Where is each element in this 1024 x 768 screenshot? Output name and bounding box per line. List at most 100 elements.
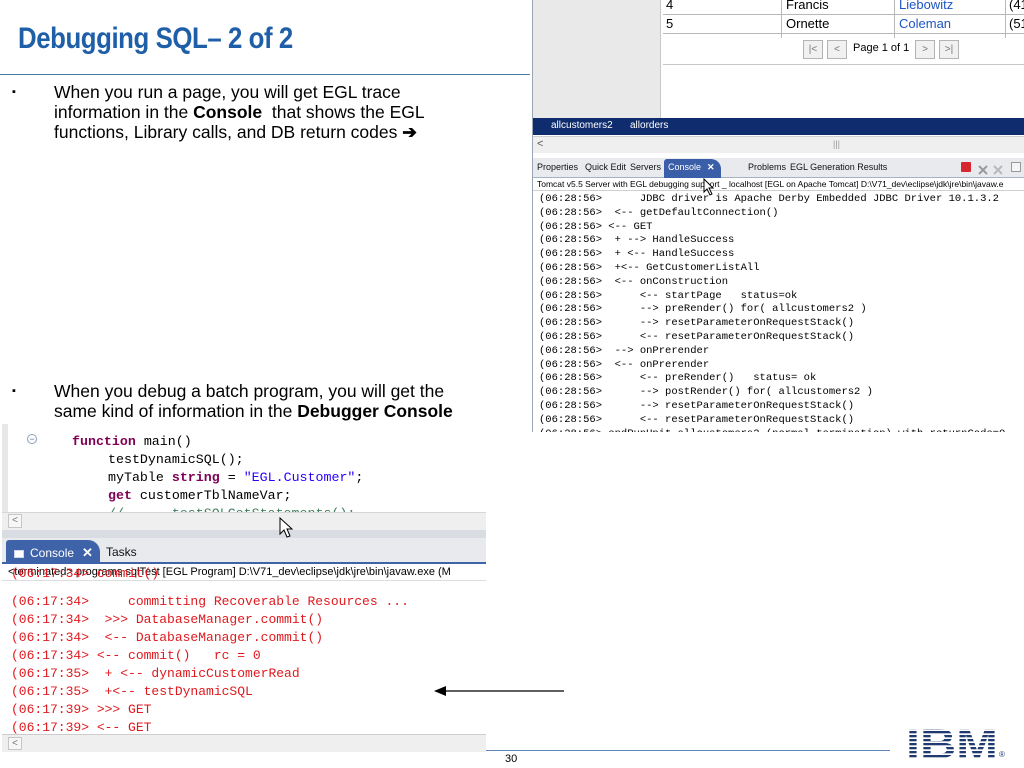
bullet-debug-batch: ▪ When you debug a batch program, you wi… [12, 381, 512, 423]
console-line: (06:17:34> commit() [11, 566, 160, 581]
code-keyword: string [171, 470, 220, 485]
code-keyword: get [108, 488, 132, 503]
debugger-console-screenshot: − function main() testDynamicSQL(); myTa… [2, 424, 486, 752]
console-line: (06:17:35> +<-- testDynamicSQL [11, 684, 253, 699]
table-cell: 4 [666, 0, 674, 12]
console-horizontal-scrollbar[interactable]: < [2, 734, 486, 752]
palette-pane [533, 0, 661, 118]
bullet-mark: ▪ [12, 385, 16, 397]
server-info-bar: Tomcat v5.5 Server with EGL debugging su… [533, 179, 1024, 191]
page-tab-allcustomers2[interactable]: allcustomers2 [551, 120, 613, 131]
pointer-arrow-icon [434, 686, 564, 696]
page-number: 30 [505, 753, 518, 765]
bullet1-line2-post: that shows the EGL [262, 102, 425, 122]
console-line: (06:28:56> --> resetParameterOnRequestSt… [539, 317, 855, 330]
fold-toggle-icon[interactable]: − [27, 434, 37, 444]
horizontal-scrollbar[interactable]: < ||| [533, 136, 1024, 153]
console-line: (06:28:56> endRunUnit allcustomers2 (nor… [539, 428, 1005, 432]
console-line: (06:17:34> <-- DatabaseManager.commit() [11, 630, 324, 645]
web-console-screenshot: 4 Francis Liebowitz (41 5 Ornette Colema… [532, 0, 1024, 432]
ibm-logo: IBM ® [906, 720, 1006, 768]
console-line: (06:17:34> committing Recoverable Resour… [11, 594, 409, 609]
title-divider [0, 74, 530, 75]
page-tab-allorders[interactable]: allorders [630, 120, 668, 131]
console-tab-bar: Console ✕ Tasks [2, 538, 486, 564]
scroll-left-icon[interactable]: < [537, 138, 543, 150]
bullet-mark: ▪ [12, 86, 16, 98]
console-line: (06:28:56> --> postRender() for( allcust… [539, 386, 873, 399]
close-icon[interactable]: ✕ [82, 545, 93, 560]
code-string: "EGL.Customer" [243, 470, 356, 485]
console-line: (06:17:39> >>> GET [11, 702, 152, 717]
menu-icon[interactable] [1011, 162, 1021, 172]
table-cell: Francis [786, 0, 829, 12]
console-line: (06:28:56> <-- GET [539, 220, 653, 233]
page-tabs-bar: allcustomers2 allorders [533, 118, 1024, 135]
scroll-grip-icon[interactable]: ||| [833, 139, 840, 149]
console-line: (06:28:56> <-- getDefaultConnection() [539, 206, 779, 219]
console-line: (06:28:56> --> preRender() for( allcusto… [539, 303, 867, 316]
code-line: myTable string = "EGL.Customer"; [108, 470, 363, 485]
bullet1-console-word: Console [193, 102, 263, 122]
code-line: function main() [72, 434, 192, 449]
column-divider [1005, 0, 1006, 38]
stop-icon[interactable] [961, 162, 971, 172]
editor-gutter: − [8, 424, 38, 512]
tab-tasks[interactable]: Tasks [106, 545, 137, 559]
console-line: (06:28:56> + <-- HandleSuccess [539, 248, 735, 261]
next-page-button[interactable]: > [915, 40, 935, 59]
table-cell-link[interactable]: Coleman [899, 16, 951, 31]
editor-horizontal-scrollbar[interactable]: < [2, 512, 486, 530]
console-line: (06:17:39> <-- GET [11, 720, 152, 735]
registered-mark: ® [999, 750, 1005, 759]
console-line: (06:28:56> <-- onConstruction [539, 275, 729, 288]
tab-console[interactable]: Console ✕ [664, 159, 721, 178]
column-divider [781, 0, 782, 38]
remove-icon[interactable] [978, 162, 988, 175]
first-page-button[interactable]: |< [803, 40, 823, 59]
last-page-button[interactable]: >| [939, 40, 959, 59]
code-text: myTable [108, 470, 172, 485]
tab-quick-edit[interactable]: Quick Edit [585, 162, 626, 172]
mouse-cursor-icon [279, 517, 293, 538]
tab-properties[interactable]: Properties [537, 162, 578, 172]
code-text: ; [355, 470, 364, 485]
console-line: (06:17:34> <-- commit() rc = 0 [11, 648, 261, 663]
tab-console[interactable]: Console ✕ [6, 540, 100, 564]
slide-title: Debugging SQL– 2 of 2 [18, 22, 293, 55]
tab-egl-generation-results[interactable]: EGL Generation Results [790, 162, 887, 172]
tab-servers[interactable]: Servers [630, 162, 661, 172]
code-line: testDynamicSQL(); [108, 452, 244, 467]
bullet1-line3: functions, Library calls, and DB return … [54, 122, 403, 142]
code-text: main() [135, 434, 192, 449]
console-line: (06:28:56> --> onPrerender [539, 344, 710, 357]
pane-separator [2, 530, 486, 538]
remove-all-icon[interactable] [993, 162, 1003, 175]
table-row[interactable]: 5 Ornette Coleman (51 [663, 15, 1024, 34]
trace-console-output[interactable]: (06:28:56> JDBC driver is Apache Derby E… [533, 191, 1024, 432]
right-arrow-icon: ➔ [402, 122, 417, 142]
scroll-left-icon[interactable]: < [8, 737, 22, 750]
prev-page-button[interactable]: < [827, 40, 847, 59]
console-icon [14, 549, 24, 558]
bullet1-line1: When you run a page, you will get EGL tr… [54, 82, 401, 102]
server-info-text: Tomcat v5.5 Server with EGL debugging su… [537, 179, 1004, 189]
close-icon[interactable]: ✕ [707, 162, 715, 172]
table-row[interactable]: 4 Francis Liebowitz (41 [663, 0, 1024, 15]
table-cell: (41 [1009, 0, 1024, 12]
console-line: (06:28:56> <-- preRender() status= ok [539, 372, 817, 385]
tab-console-label: Console [668, 162, 702, 172]
bullet2-line2-pre: same kind of information in the [54, 401, 298, 421]
console-line: (06:17:34> >>> DatabaseManager.commit() [11, 612, 324, 627]
scroll-left-icon[interactable]: < [8, 514, 22, 528]
code-text: = [219, 470, 244, 485]
code-text: customerTblNameVar; [131, 488, 292, 503]
code-keyword: function [72, 434, 136, 449]
bullet-text: When you debug a batch program, you will… [54, 381, 453, 421]
tab-problems[interactable]: Problems [748, 162, 786, 172]
table-cell-link[interactable]: Liebowitz [899, 0, 953, 12]
table-cell: Ornette [786, 16, 830, 31]
page-label: Page 1 of 1 [853, 42, 910, 54]
code-line: get customerTblNameVar; [108, 488, 292, 503]
column-divider [894, 0, 895, 38]
